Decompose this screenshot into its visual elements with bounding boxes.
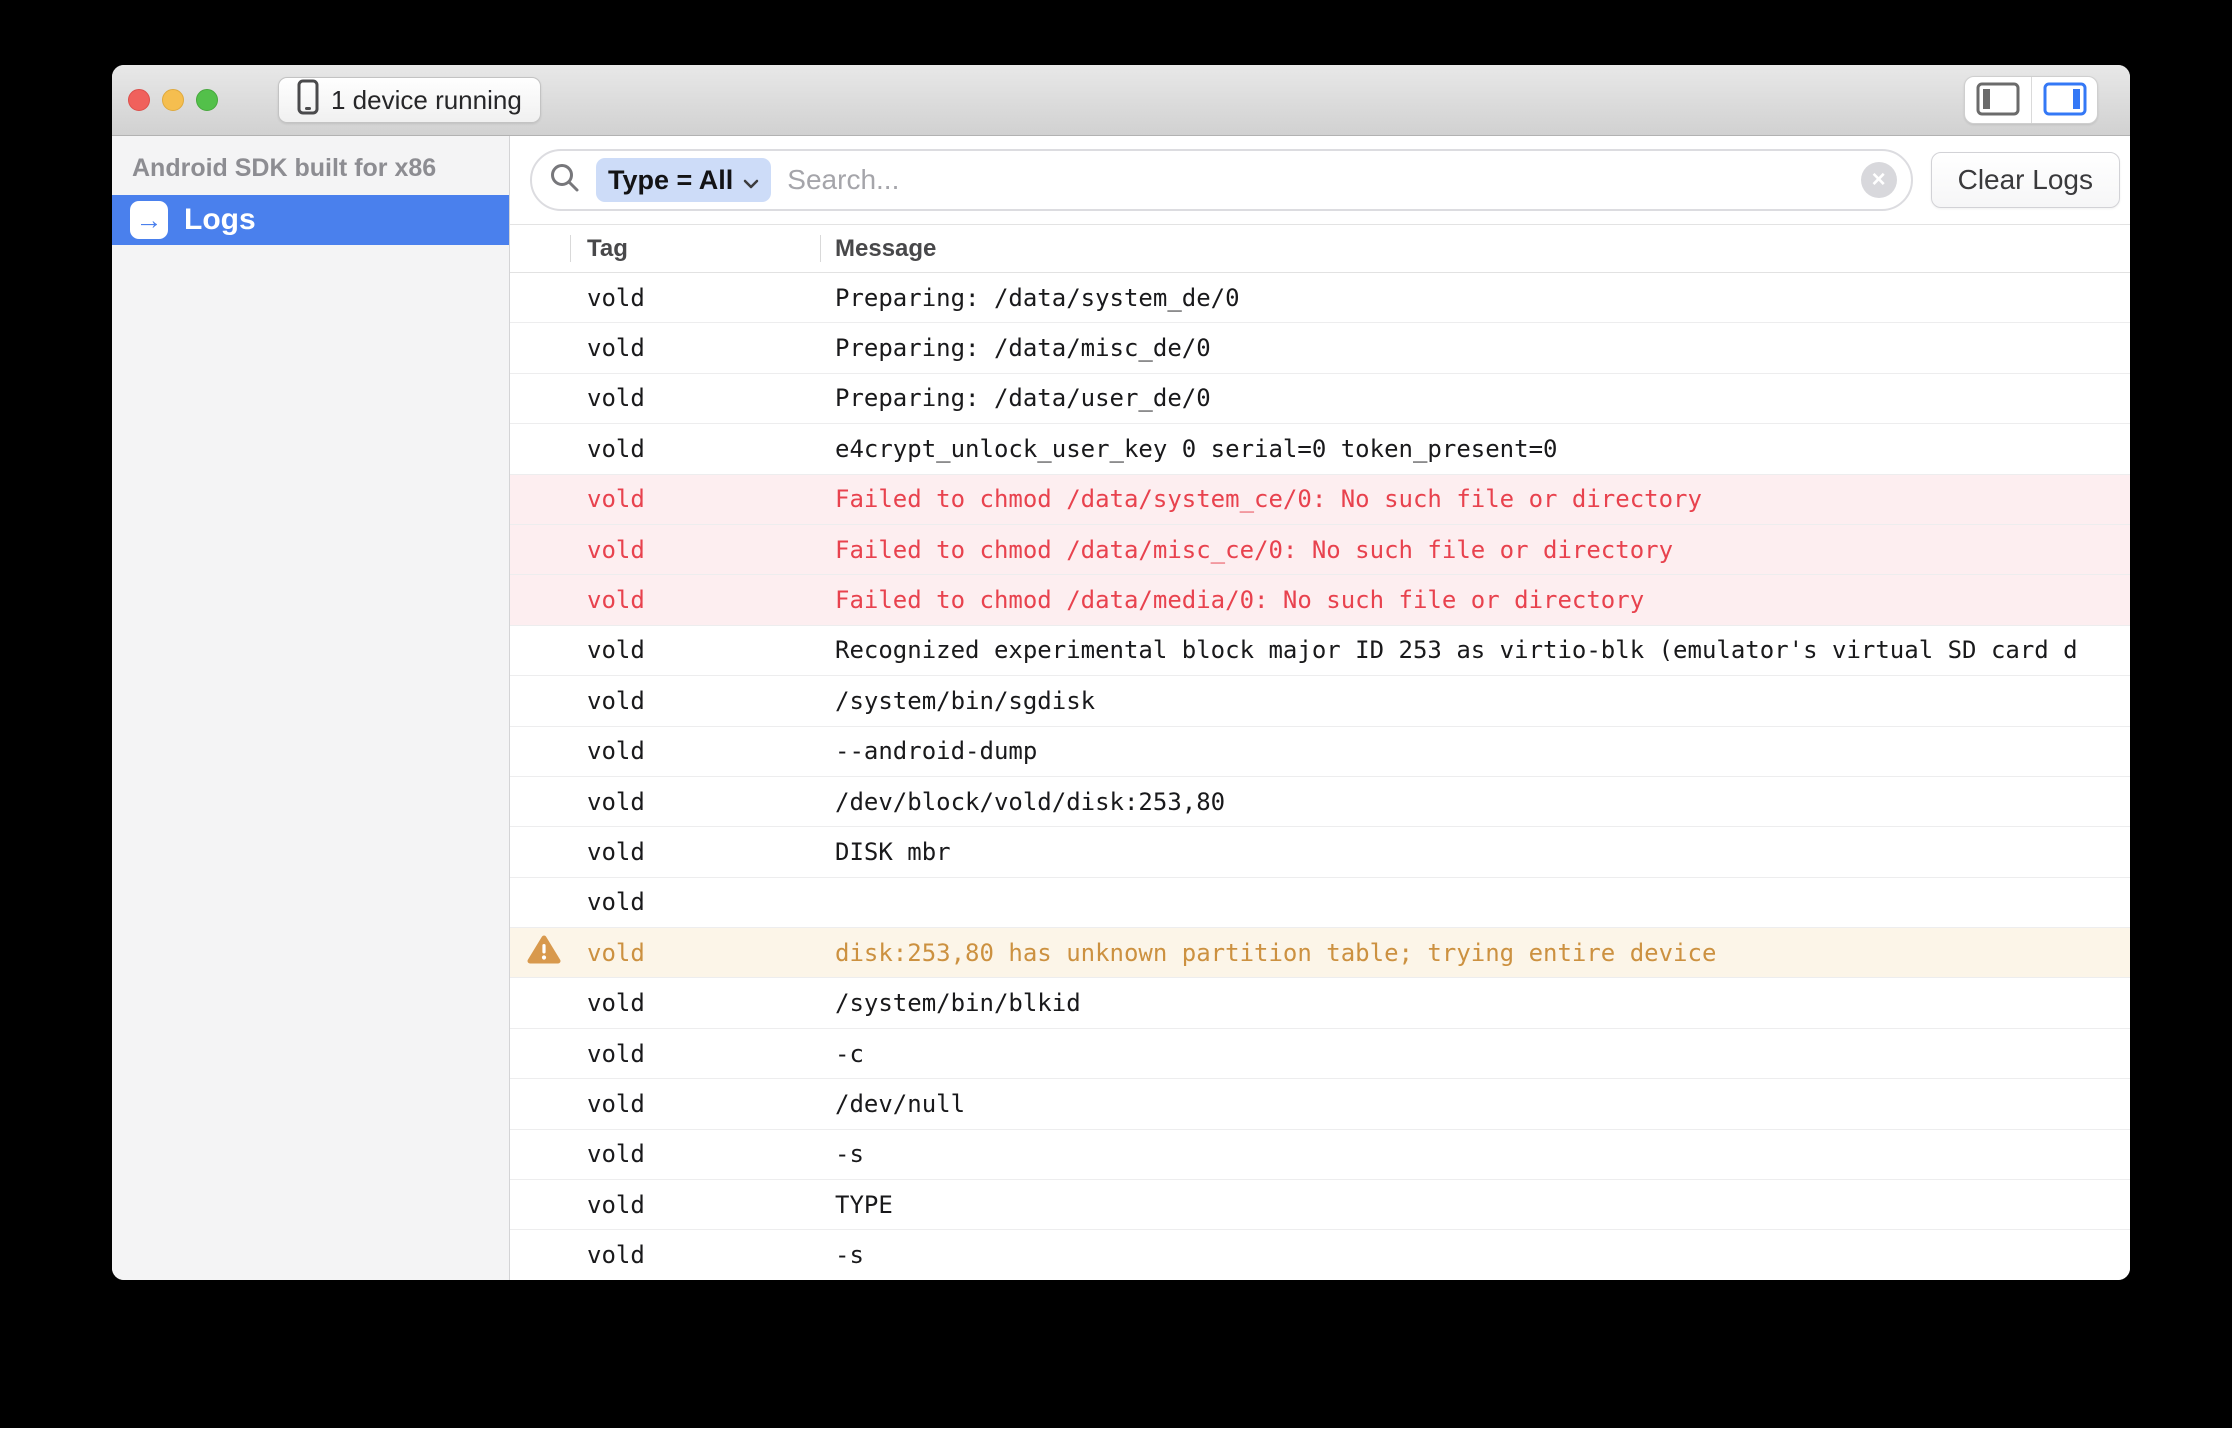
log-message: /dev/block/vold/disk:253,80 [835,788,2130,816]
log-row[interactable]: vold /dev/block/vold/disk:253,80 [510,777,2130,827]
log-tag: vold [587,435,835,463]
log-message: Preparing: /data/system_de/0 [835,284,2130,312]
log-row[interactable]: vold Preparing: /data/user_de/0 [510,374,2130,424]
log-row[interactable]: vold -c [510,1029,2130,1079]
log-pane: Type = All Clear Logs Tag Mess [510,136,2130,1280]
log-tag: vold [587,989,835,1017]
app-window: 1 device running [112,65,2130,1280]
log-rows: vold Preparing: /data/system_de/0 vold P… [510,273,2130,1280]
log-row[interactable]: vold [510,878,2130,928]
log-row[interactable]: vold Preparing: /data/misc_de/0 [510,323,2130,373]
close-button[interactable] [128,89,150,111]
column-separator [820,235,821,262]
log-tag: vold [587,536,835,564]
traffic-lights [128,89,218,111]
log-tag: vold [587,788,835,816]
log-row[interactable]: vold Recognized experimental block major… [510,626,2130,676]
log-tag: vold [587,939,835,967]
screen-bottom-strip [0,1428,2232,1436]
log-message: Failed to chmod /data/system_ce/0: No su… [835,485,2130,513]
log-row[interactable]: vold Failed to chmod /data/misc_ce/0: No… [510,525,2130,575]
log-row[interactable]: vold disk:253,80 has unknown partition t… [510,928,2130,978]
log-tag: vold [587,1191,835,1219]
log-tag: vold [587,485,835,513]
sidebar-item-label: Logs [184,203,256,237]
table-header: Tag Message [510,225,2130,273]
right-panel-toggle-button[interactable] [2031,77,2097,123]
log-row[interactable]: vold e4crypt_unlock_user_key 0 serial=0 … [510,424,2130,474]
log-tag: vold [587,888,835,916]
log-row[interactable]: vold Failed to chmod /data/media/0: No s… [510,575,2130,625]
log-message: Preparing: /data/misc_de/0 [835,334,2130,362]
log-message: /system/bin/blkid [835,989,2130,1017]
filter-token-label: Type = All [608,165,733,196]
severity-icon-slot [510,934,587,971]
log-row[interactable]: vold /system/bin/blkid [510,978,2130,1028]
log-message: DISK mbr [835,838,2130,866]
log-row[interactable]: vold --android-dump [510,727,2130,777]
log-row[interactable]: vold TYPE [510,1180,2130,1230]
minimize-button[interactable] [162,89,184,111]
panel-toggle-group [1964,76,2098,124]
log-row[interactable]: vold -s [510,1230,2130,1280]
log-row[interactable]: vold -s [510,1130,2130,1180]
log-tag: vold [587,737,835,765]
log-tag: vold [587,1241,835,1269]
window-content: Android SDK built for x86 → Logs [112,136,2130,1280]
log-tag: vold [587,636,835,664]
sidebar: Android SDK built for x86 → Logs [112,136,510,1280]
sidebar-right-icon [2043,82,2087,119]
log-row[interactable]: vold Failed to chmod /data/system_ce/0: … [510,475,2130,525]
magnifier-icon [548,161,582,200]
log-message: -c [835,1040,2130,1068]
log-message: Failed to chmod /data/misc_ce/0: No such… [835,536,2130,564]
chevron-down-icon [743,165,759,196]
log-tag: vold [587,687,835,715]
clear-search-button[interactable] [1861,162,1897,198]
zoom-button[interactable] [196,89,218,111]
device-name-label: Android SDK built for x86 [132,154,509,183]
log-message: -s [835,1140,2130,1168]
log-message: /system/bin/sgdisk [835,687,2130,715]
filter-token[interactable]: Type = All [596,158,771,202]
titlebar: 1 device running [112,65,2130,136]
log-row[interactable]: vold Preparing: /data/system_de/0 [510,273,2130,323]
log-message: disk:253,80 has unknown partition table;… [835,939,2130,967]
sidebar-item-logs[interactable]: → Logs [112,195,509,245]
log-message: Preparing: /data/user_de/0 [835,384,2130,412]
column-header-tag[interactable]: Tag [587,235,835,263]
search-field[interactable]: Type = All [530,149,1913,211]
log-message: e4crypt_unlock_user_key 0 serial=0 token… [835,435,2130,463]
log-toolbar: Type = All Clear Logs [510,136,2130,225]
log-message: -s [835,1241,2130,1269]
log-tag: vold [587,1040,835,1068]
log-tag: vold [587,384,835,412]
log-tag: vold [587,284,835,312]
column-separator [570,235,571,262]
device-running-label: 1 device running [331,85,522,116]
log-tag: vold [587,586,835,614]
device-running-button[interactable]: 1 device running [278,77,541,123]
smartphone-icon [297,79,319,122]
log-tag: vold [587,1090,835,1118]
log-message: Recognized experimental block major ID 2… [835,636,2130,664]
log-message: --android-dump [835,737,2130,765]
search-input[interactable] [785,163,1846,197]
log-row[interactable]: vold /dev/null [510,1079,2130,1129]
log-tag: vold [587,1140,835,1168]
sidebar-left-icon [1976,82,2020,119]
arrow-right-icon: → [130,201,168,239]
clear-logs-button[interactable]: Clear Logs [1931,152,2120,208]
log-tag: vold [587,334,835,362]
column-header-message[interactable]: Message [835,235,2130,263]
log-tag: vold [587,838,835,866]
triangle-exclamation-icon [527,934,561,971]
log-message: /dev/null [835,1090,2130,1118]
log-message: Failed to chmod /data/media/0: No such f… [835,586,2130,614]
log-message: TYPE [835,1191,2130,1219]
log-row[interactable]: vold DISK mbr [510,827,2130,877]
left-panel-toggle-button[interactable] [1965,77,2031,123]
log-row[interactable]: vold /system/bin/sgdisk [510,676,2130,726]
